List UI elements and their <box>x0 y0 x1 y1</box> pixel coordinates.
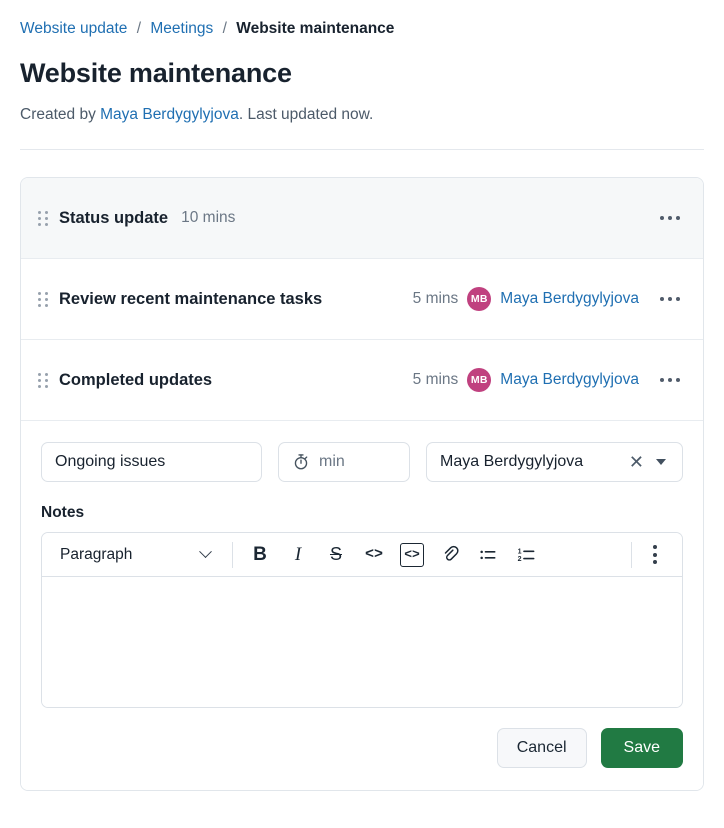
inline-code-icon[interactable]: <> <box>358 539 390 571</box>
ellipsis-horizontal-icon[interactable] <box>655 286 685 312</box>
strikethrough-icon[interactable]: S <box>320 539 352 571</box>
agenda-item-edit-form: Ongoing issues min Maya Berdygylyjova ✕ … <box>21 421 703 790</box>
assignee-select-value: Maya Berdygylyjova <box>440 453 584 470</box>
page-subtitle: Created by Maya Berdygylyjova. Last upda… <box>20 104 704 126</box>
svg-text:2: 2 <box>517 555 521 563</box>
form-actions: Cancel Save <box>41 728 683 768</box>
header-divider <box>20 149 704 150</box>
duration-input[interactable]: min <box>278 442 410 482</box>
more-options-icon[interactable] <box>640 540 670 570</box>
block-type-select-value: Paragraph <box>60 545 133 563</box>
agenda-row-title: Review recent maintenance tasks <box>59 289 323 308</box>
author-link[interactable]: Maya Berdygylyjova <box>100 106 239 123</box>
link-icon[interactable] <box>434 539 466 571</box>
agenda-row-assignee[interactable]: Maya Berdygylyjova <box>500 371 639 389</box>
bullet-list-icon[interactable] <box>472 539 504 571</box>
cancel-button[interactable]: Cancel <box>496 728 587 768</box>
breadcrumb-item-current: Website maintenance <box>236 20 395 37</box>
drag-handle-icon[interactable] <box>35 369 51 391</box>
notes-label: Notes <box>41 504 85 521</box>
drag-handle-icon[interactable] <box>35 288 51 310</box>
agenda-row-completed-updates[interactable]: Completed updates 5 mins MB Maya Berdygy… <box>21 340 703 421</box>
ellipsis-horizontal-icon[interactable] <box>655 367 685 393</box>
page-title: Website maintenance <box>20 58 292 88</box>
notes-editor: Paragraph B I S <> <> 1 2 <box>41 532 683 708</box>
breadcrumb-separator: / <box>222 20 227 37</box>
drag-handle-icon[interactable] <box>35 207 51 229</box>
chevron-down-icon[interactable] <box>656 459 666 465</box>
duration-input-placeholder: min <box>319 453 345 470</box>
assignee-select[interactable]: Maya Berdygylyjova ✕ <box>426 442 683 482</box>
edit-form-field-row: Ongoing issues min Maya Berdygylyjova ✕ <box>41 442 683 482</box>
ellipsis-horizontal-icon[interactable] <box>655 205 685 231</box>
created-by-label: Created by <box>20 106 101 123</box>
notes-editor-body[interactable] <box>42 577 682 707</box>
agenda-row-title: Status update <box>59 208 169 227</box>
editor-toolbar: Paragraph B I S <> <> 1 2 <box>42 533 682 577</box>
agenda-card: Status update 10 mins Review recent main… <box>20 177 704 791</box>
agenda-row-duration: 5 mins <box>412 371 459 388</box>
agenda-row-meta: 5 mins MB Maya Berdygylyjova <box>413 368 639 392</box>
breadcrumb-item-website-update[interactable]: Website update <box>20 20 127 37</box>
breadcrumb: Website update / Meetings / Website main… <box>20 0 704 40</box>
agenda-row-title: Completed updates <box>59 370 213 389</box>
toolbar-divider <box>631 541 632 568</box>
agenda-row-duration: 10 mins <box>181 209 236 226</box>
agenda-row-review-recent-maintenance-tasks[interactable]: Review recent maintenance tasks 5 mins M… <box>21 259 703 340</box>
code-block-icon[interactable]: <> <box>400 542 424 567</box>
agenda-row-meta: 5 mins MB Maya Berdygylyjova <box>413 287 639 311</box>
block-type-select[interactable]: Paragraph <box>52 540 224 570</box>
last-updated-text: . Last updated now. <box>238 106 374 123</box>
stopwatch-icon <box>292 453 310 471</box>
italic-icon[interactable]: I <box>282 539 314 571</box>
avatar: MB <box>467 287 492 311</box>
meeting-agenda-page: Website update / Meetings / Website main… <box>0 0 724 828</box>
agenda-row-assignee[interactable]: Maya Berdygylyjova <box>500 290 639 308</box>
breadcrumb-item-meetings[interactable]: Meetings <box>150 20 213 37</box>
close-icon[interactable]: ✕ <box>621 453 652 471</box>
agenda-row-status-update[interactable]: Status update 10 mins <box>21 178 703 259</box>
save-button[interactable]: Save <box>600 728 683 768</box>
numbered-list-icon[interactable]: 1 2 <box>510 539 542 571</box>
bold-icon[interactable]: B <box>244 539 276 571</box>
item-title-input-value: Ongoing issues <box>55 453 166 470</box>
breadcrumb-separator: / <box>136 20 142 37</box>
agenda-row-duration: 5 mins <box>412 290 459 307</box>
toolbar-divider <box>232 541 233 568</box>
chevron-down-icon <box>199 545 212 559</box>
item-title-input[interactable]: Ongoing issues <box>41 442 262 482</box>
avatar: MB <box>467 368 492 392</box>
